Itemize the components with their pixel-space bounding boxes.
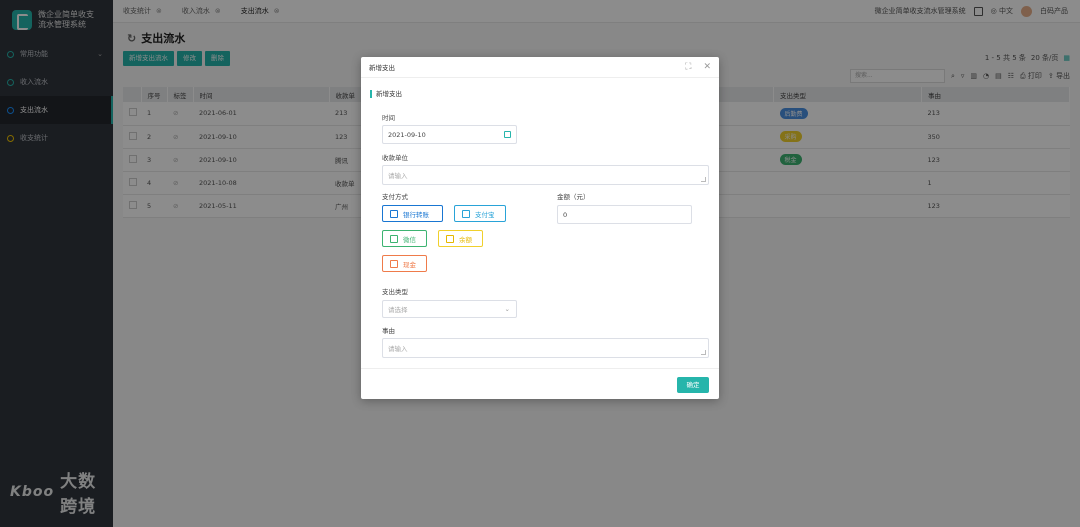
add-expense-dialog: 新增支出 ⛶ ✕ 新增支出 时间 2021-09-10 收款单位 请输入 支付方…	[361, 57, 719, 399]
time-field[interactable]: 2021-09-10	[382, 125, 517, 144]
pay-method-alipay[interactable]: 支付宝	[454, 205, 506, 222]
checkbox-icon	[390, 234, 398, 243]
reason-label: 事由	[382, 327, 395, 335]
pay-method-label: 支付方式	[382, 193, 408, 201]
reason-field[interactable]: 请输入	[382, 338, 709, 358]
checkbox-icon	[462, 209, 470, 218]
payee-field[interactable]: 请输入	[382, 165, 709, 185]
confirm-button[interactable]: 确定	[677, 377, 709, 393]
expense-type-label: 支出类型	[382, 288, 408, 296]
maximize-icon[interactable]: ⛶	[685, 62, 691, 72]
chevron-down-icon: ⌄	[504, 305, 510, 313]
time-label: 时间	[382, 114, 395, 122]
checkbox-icon	[390, 259, 398, 268]
pay-method-balance[interactable]: 余额	[438, 230, 483, 247]
dialog-footer: 确定	[361, 368, 719, 399]
amount-label: 金额（元）	[557, 193, 590, 201]
resize-handle[interactable]	[701, 177, 706, 182]
calendar-icon[interactable]	[504, 131, 511, 138]
amount-field[interactable]: 0	[557, 205, 692, 224]
pay-method-wechat[interactable]: 微信	[382, 230, 427, 247]
pay-method-cash[interactable]: 现金	[382, 255, 427, 272]
dialog-title: 新增支出	[369, 64, 395, 72]
pay-method-bank-transfer[interactable]: 银行转账	[382, 205, 443, 222]
checkbox-icon	[390, 209, 398, 218]
expense-type-select[interactable]: 请选择 ⌄	[382, 300, 517, 318]
resize-handle[interactable]	[701, 350, 706, 355]
checkbox-icon	[446, 234, 454, 243]
payee-label: 收款单位	[382, 154, 408, 162]
section-title: 新增支出	[370, 90, 402, 98]
close-icon[interactable]: ✕	[703, 62, 711, 72]
